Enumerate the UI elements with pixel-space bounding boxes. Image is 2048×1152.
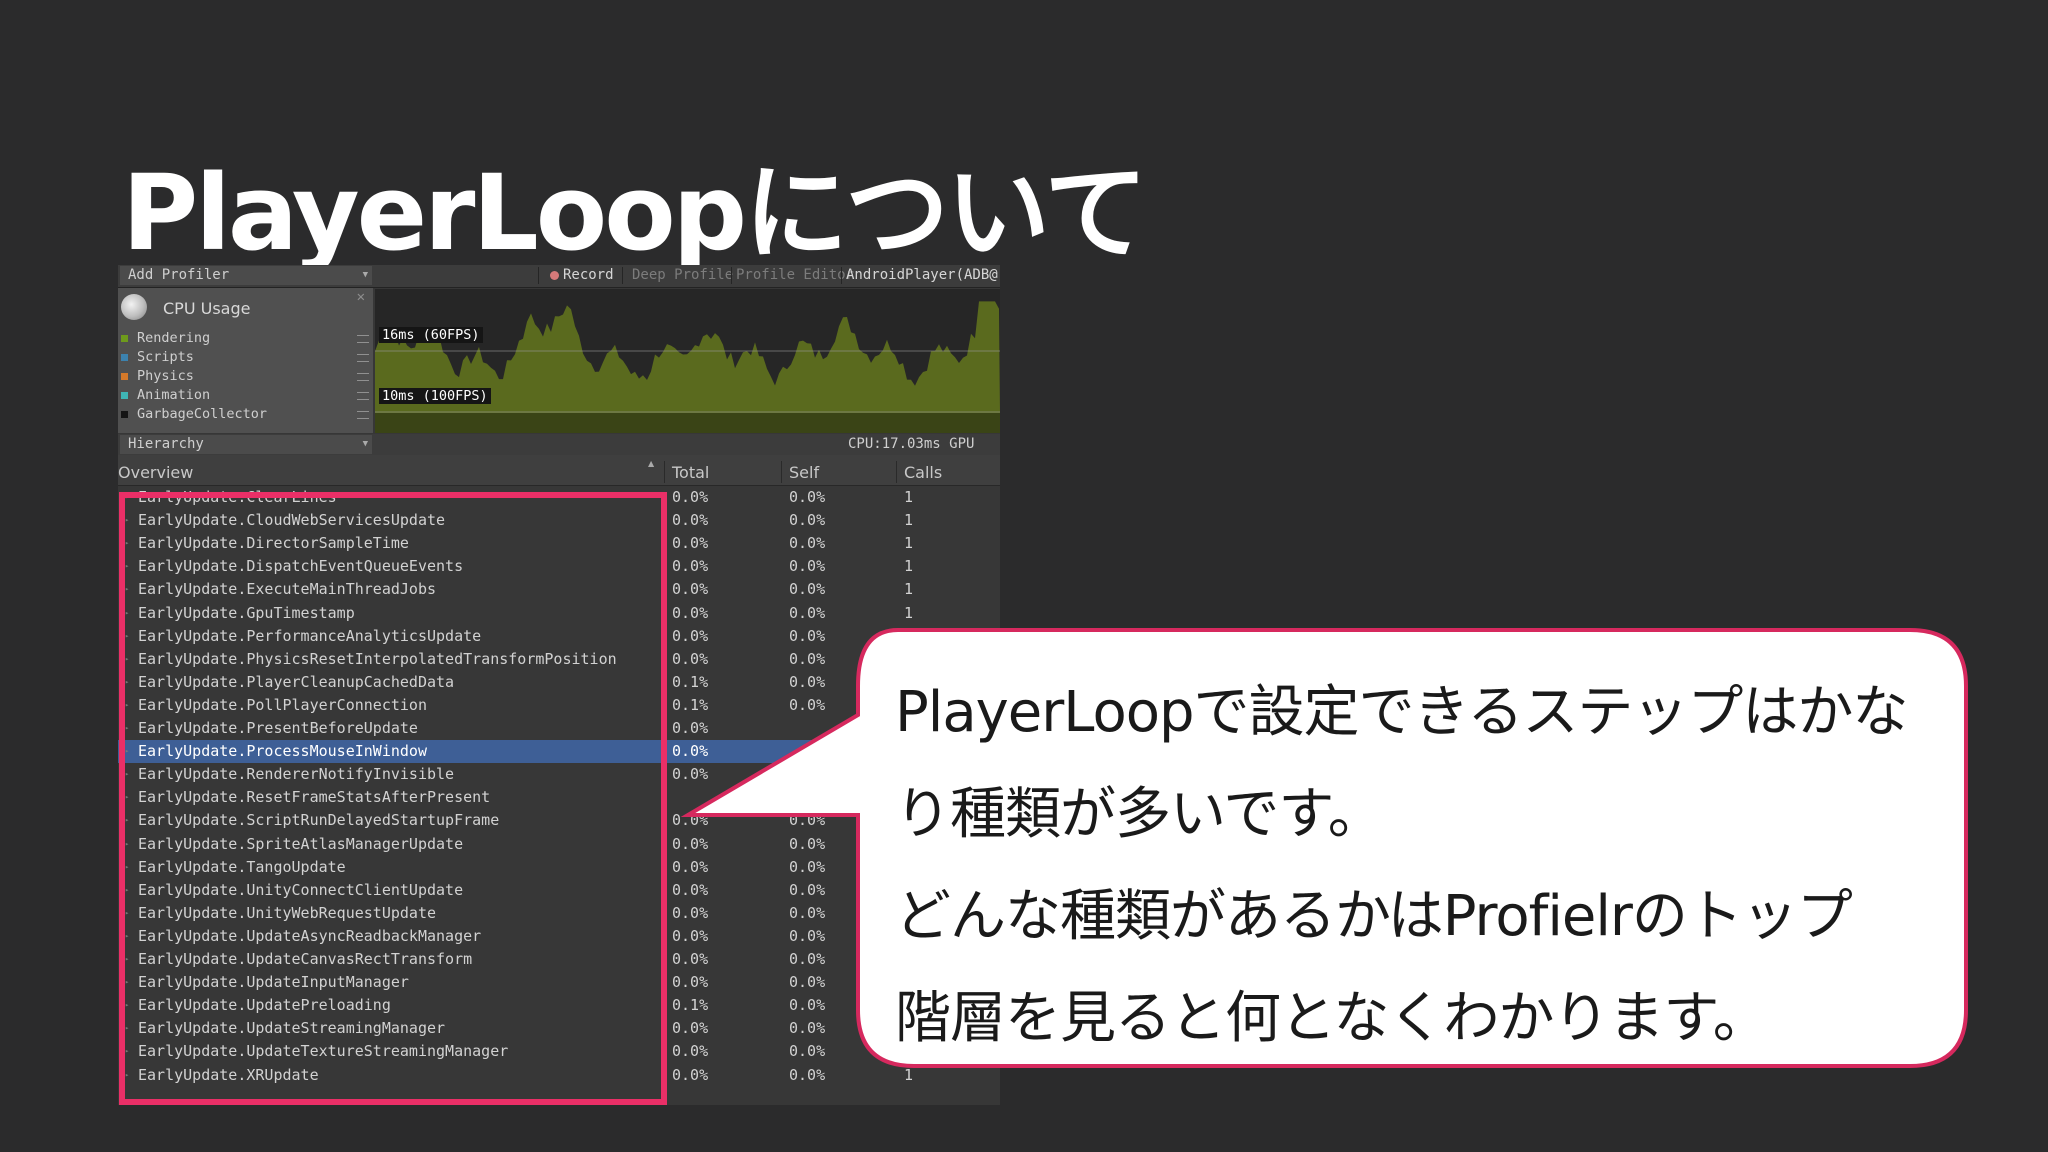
callout-line: PlayerLoopで設定できるステップはかな xyxy=(895,680,1908,745)
callout-line: り種類が多いです。 xyxy=(895,782,1384,847)
callout-line: どんな種類があるかはProfielrのトップ xyxy=(895,884,1853,949)
callout-line: 階層を見ると何となくわかります。 xyxy=(895,986,1769,1051)
callout-text: PlayerLoopで設定できるステップはかな り種類が多いです。 どんな種類が… xyxy=(895,662,1955,1070)
